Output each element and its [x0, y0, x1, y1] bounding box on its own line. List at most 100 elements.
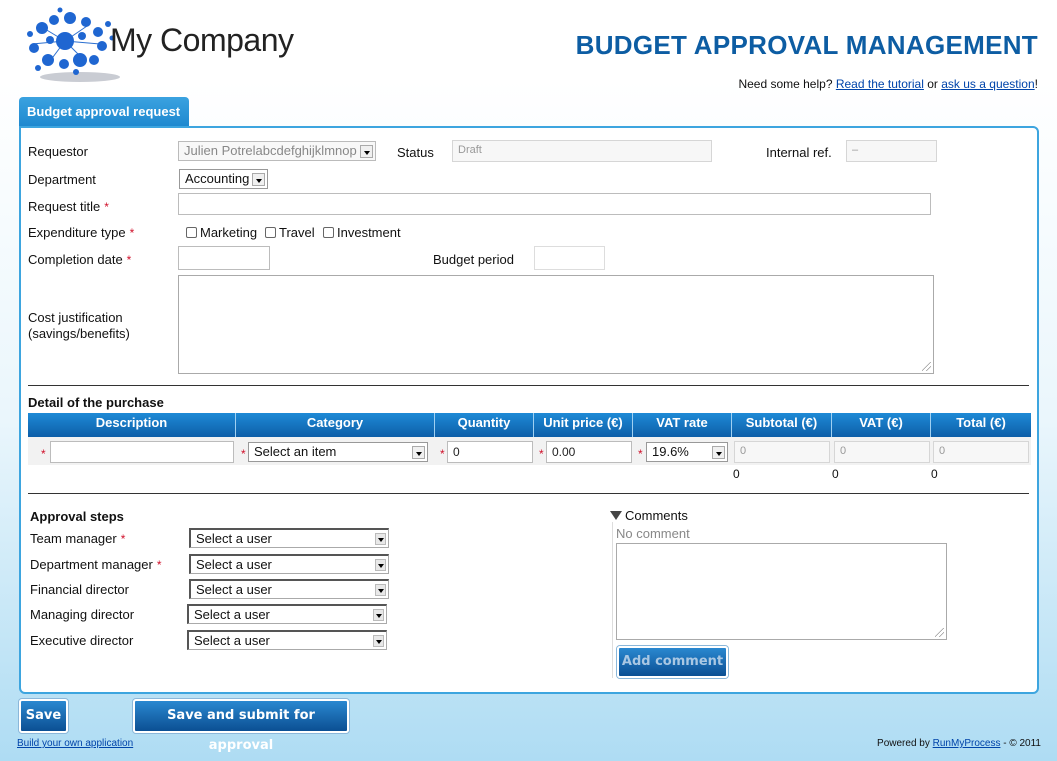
company-logo-icon — [27, 7, 120, 82]
column-total: Total (€) — [930, 413, 1031, 437]
triangle-down-icon — [610, 511, 622, 520]
powered-prefix: Powered by — [877, 738, 933, 749]
managing-director-select[interactable]: Select a user — [187, 604, 387, 624]
checkbox-travel-label: Travel — [279, 225, 315, 240]
checkbox-investment[interactable]: Investment — [323, 225, 401, 240]
required-marker: * — [440, 447, 445, 461]
expenditure-type-label: Expenditure type * — [28, 225, 134, 240]
no-comment-text: No comment — [616, 526, 690, 541]
budget-period-input[interactable] — [534, 246, 605, 270]
checkbox-marketing-label: Marketing — [200, 225, 258, 240]
checkbox-marketing[interactable]: Marketing — [186, 225, 257, 240]
executive-director-select[interactable]: Select a user — [187, 630, 387, 650]
budget-period-label: Budget period — [433, 252, 514, 267]
save-button[interactable]: Save — [19, 699, 68, 733]
column-category: Category — [235, 413, 434, 437]
resize-grip-icon[interactable] — [935, 628, 944, 637]
team-manager-select[interactable]: Select a user — [189, 528, 389, 548]
request-title-input[interactable] — [178, 193, 931, 215]
required-marker: * — [126, 253, 132, 267]
chevron-down-icon — [375, 584, 386, 596]
managing-director-value: Select a user — [194, 607, 270, 622]
divider — [28, 385, 1029, 386]
company-name: My Company — [110, 22, 294, 58]
completion-date-label: Completion date * — [28, 252, 131, 267]
financial-director-select[interactable]: Select a user — [189, 579, 389, 599]
required-marker: * — [104, 200, 109, 214]
help-prefix: Need some help? — [738, 77, 836, 91]
department-value: Accounting — [185, 171, 250, 186]
chevron-down-icon — [373, 635, 384, 647]
requestor-select[interactable]: Julien Potrelabcdefghijklmnop — [178, 141, 376, 161]
tutorial-link[interactable]: Read the tutorial — [836, 77, 924, 91]
ask-question-link[interactable]: ask us a question — [941, 77, 1034, 91]
description-input[interactable] — [50, 441, 234, 463]
comments-title: Comments — [625, 508, 688, 523]
cost-justification-label: Cost justification (savings/benefits) — [28, 310, 130, 342]
checkbox-icon[interactable] — [186, 227, 197, 238]
department-manager-select[interactable]: Select a user — [189, 554, 389, 574]
approval-step-label-text: Team manager — [30, 531, 117, 546]
cost-justification-textarea[interactable] — [178, 275, 934, 374]
column-description: Description — [95, 415, 168, 430]
checkbox-icon[interactable] — [323, 227, 334, 238]
unit-price-input[interactable]: 0.00 — [546, 441, 632, 463]
comments-toggle[interactable]: Comments — [610, 508, 688, 523]
add-comment-button[interactable]: Add comment — [617, 646, 728, 678]
required-marker: * — [129, 226, 135, 240]
approval-step-label: Managing director — [30, 607, 135, 622]
approval-step-label: Department manager * — [30, 557, 162, 572]
status-label: Status — [397, 145, 434, 160]
purchase-section-title: Detail of the purchase — [28, 395, 164, 410]
vat-field: 0 — [834, 441, 930, 463]
request-title-label: Request title * — [28, 199, 109, 214]
vat-rate-value: 19.6% — [652, 444, 689, 459]
department-select[interactable]: Accounting — [179, 169, 268, 189]
quantity-input[interactable]: 0 — [447, 441, 533, 463]
approval-section-title: Approval steps — [30, 509, 124, 524]
powered-suffix: - © 2011 — [1000, 738, 1041, 749]
requestor-label: Requestor — [28, 144, 88, 159]
help-suffix: ! — [1034, 77, 1038, 91]
request-title-label-text: Request title — [28, 199, 101, 214]
cost-justification-label-line2: (savings/benefits) — [28, 326, 130, 341]
subtotal-sum: 0 — [733, 467, 740, 481]
chevron-down-icon — [712, 446, 725, 459]
comments-border — [612, 522, 613, 678]
total-sum: 0 — [931, 467, 938, 481]
checkbox-travel[interactable]: Travel — [265, 225, 315, 240]
category-value: Select an item — [254, 444, 337, 459]
tab-budget-approval-request[interactable]: Budget approval request — [19, 97, 189, 127]
required-marker: * — [41, 447, 46, 461]
resize-grip-icon[interactable] — [922, 362, 931, 371]
runmyprocess-link[interactable]: RunMyProcess — [933, 738, 1001, 749]
financial-director-value: Select a user — [196, 582, 272, 597]
approval-step-label: Executive director — [30, 633, 134, 648]
completion-date-input[interactable] — [178, 246, 270, 270]
completion-date-label-text: Completion date — [28, 252, 123, 267]
help-text: Need some help? Read the tutorial or ask… — [738, 77, 1038, 91]
category-select[interactable]: Select an item — [248, 442, 428, 462]
divider — [28, 493, 1029, 494]
subtotal-field: 0 — [734, 441, 830, 463]
required-marker: * — [638, 447, 643, 461]
required-marker: * — [120, 532, 126, 546]
comment-textarea[interactable] — [616, 543, 947, 640]
vat-rate-select[interactable]: 19.6% — [646, 442, 728, 462]
chevron-down-icon — [375, 559, 386, 571]
help-mid: or — [923, 77, 942, 91]
cost-justification-label-line1: Cost justification — [28, 310, 123, 325]
checkbox-investment-label: Investment — [337, 225, 401, 240]
column-subtotal: Subtotal (€) — [731, 413, 831, 437]
column-vat-rate: VAT rate — [632, 413, 731, 437]
purchase-table-header: Description Category Quantity Unit price… — [28, 413, 1031, 437]
chevron-down-icon — [252, 173, 265, 186]
approval-step-label: Team manager * — [30, 531, 125, 546]
save-submit-button[interactable]: Save and submit for approval — [133, 699, 349, 753]
department-manager-value: Select a user — [196, 557, 272, 572]
build-own-app-link[interactable]: Build your own application — [17, 738, 133, 749]
column-unit-price: Unit price (€) — [533, 413, 632, 437]
chevron-down-icon — [373, 609, 384, 621]
checkbox-icon[interactable] — [265, 227, 276, 238]
team-manager-value: Select a user — [196, 531, 272, 546]
